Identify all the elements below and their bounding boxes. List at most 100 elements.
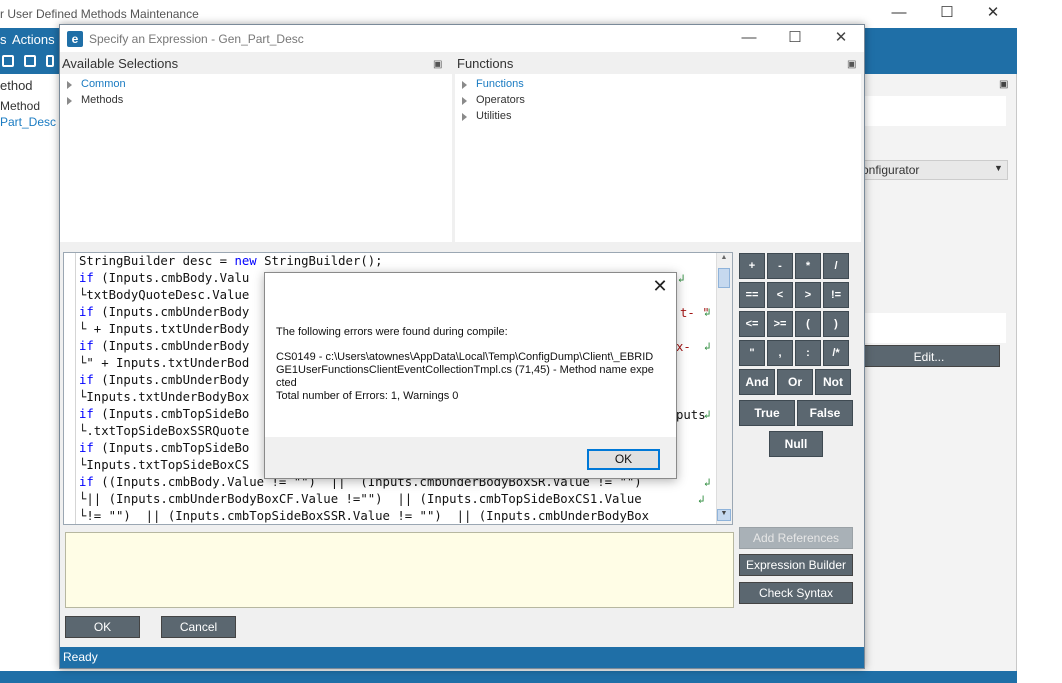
error-detail: CS0149 - c:\Users\atownes\AppData\Local\… [276, 351, 656, 403]
expand-icon[interactable] [67, 97, 72, 105]
operator-key[interactable]: False [797, 400, 853, 426]
wrap-icon: ↲ [704, 306, 711, 319]
code-line: if (Inputs.cmbUnderBody [79, 339, 250, 353]
pin-icon[interactable]: ▣ [433, 59, 442, 70]
expression-builder-button[interactable]: Expression Builder [739, 554, 853, 576]
background-tree-panel [0, 74, 60, 674]
book-icon[interactable] [2, 55, 14, 67]
tree-item-operators[interactable]: Operators [476, 94, 525, 106]
ok-button[interactable]: OK [65, 616, 140, 638]
status-bar: Ready [60, 647, 864, 668]
background-bottom-strip [0, 671, 1017, 683]
pin-icon[interactable]: ▣ [999, 79, 1008, 90]
code-line: └ + Inputs.txtUnderBody [79, 322, 250, 336]
configurator-select-value: onfigurator [862, 163, 920, 177]
code-line: if (Inputs.cmbUnderBody [79, 305, 250, 319]
cancel-button[interactable]: Cancel [161, 616, 236, 638]
dialog-close-icon[interactable]: ✕ [826, 29, 856, 49]
maximize-icon[interactable]: ☐ [924, 2, 970, 26]
operator-key[interactable]: True [739, 400, 795, 426]
attach-icon[interactable] [46, 55, 54, 67]
operator-key[interactable]: - [767, 253, 793, 279]
scrollbar-thumb[interactable] [718, 268, 730, 288]
scroll-up-icon[interactable]: ▲ [717, 254, 731, 266]
wrap-icon: ↲ [678, 272, 685, 285]
operator-key[interactable]: + [739, 253, 765, 279]
operator-key[interactable]: Or [777, 369, 813, 395]
dialog-minimize-icon[interactable]: — [734, 29, 764, 49]
tree-item-methods[interactable]: Methods [81, 94, 123, 106]
wrap-icon: ↲ [704, 476, 711, 489]
code-line: └Inputs.txtUnderBodyBox [79, 390, 250, 404]
tree-item-functions[interactable]: Functions [476, 78, 524, 90]
operator-key[interactable]: , [767, 340, 793, 366]
expand-icon[interactable] [67, 81, 72, 89]
code-line: └" + Inputs.txtUnderBod [79, 356, 250, 370]
pin-icon[interactable]: ▣ [847, 59, 856, 70]
expand-icon[interactable] [462, 113, 467, 121]
code-line: └!= "") || (Inputs.cmbTopSideBoxSSR.Valu… [79, 509, 650, 523]
wrap-icon: ↲ [698, 493, 705, 506]
message-ok-button[interactable]: OK [587, 449, 660, 470]
editor-scrollbar[interactable] [716, 253, 732, 524]
error-summary: Total number of Errors: 1, Warnings 0 [276, 390, 459, 402]
operator-key[interactable]: == [739, 282, 765, 308]
code-fragment: puts [676, 408, 706, 422]
edit-button[interactable]: Edit... [858, 345, 1000, 367]
menu-item-partial[interactable]: s [0, 32, 7, 47]
operator-key[interactable]: ) [823, 311, 849, 337]
operator-key[interactable]: : [795, 340, 821, 366]
code-line: └txtBodyQuoteDesc.Value [79, 288, 250, 302]
check-syntax-button[interactable]: Check Syntax [739, 582, 853, 604]
wrap-icon: ↲ [704, 340, 711, 353]
chevron-down-icon[interactable]: ▼ [994, 163, 1003, 173]
operator-key[interactable]: Not [815, 369, 851, 395]
operator-key[interactable]: " [739, 340, 765, 366]
tree-item-common[interactable]: Common [81, 78, 126, 90]
operator-key[interactable]: != [823, 282, 849, 308]
code-line: └.txtTopSideBoxSSRQuote [79, 424, 250, 438]
available-selections-header: Available Selections [60, 54, 452, 74]
operator-key[interactable]: Null [769, 431, 823, 457]
background-window-title: r User Defined Methods Maintenance [0, 7, 199, 21]
operator-key[interactable]: < [767, 282, 793, 308]
operator-key[interactable]: / [823, 253, 849, 279]
app-logo-icon: e [67, 31, 83, 47]
dialog-maximize-icon[interactable]: ☐ [780, 29, 810, 49]
dialog-title: Specify an Expression - Gen_Part_Desc [89, 32, 304, 46]
tree-item-selected[interactable]: Part_Desc [0, 115, 56, 129]
code-line: if (Inputs.cmbTopSideBo [79, 441, 250, 455]
note-icon[interactable] [24, 55, 36, 67]
code-line: └|| (Inputs.cmbUnderBodyBoxCF.Value !=""… [79, 492, 642, 506]
operator-key[interactable]: ( [795, 311, 821, 337]
wrap-icon: ↲ [704, 408, 711, 421]
code-line: └Inputs.txtTopSideBoxCS [79, 458, 250, 472]
message-close-icon[interactable]: ✕ [648, 275, 672, 297]
editor-gutter [64, 253, 76, 524]
output-area[interactable] [65, 532, 734, 608]
code-fragment: x- [676, 340, 691, 354]
properties-field [864, 96, 1006, 126]
close-icon[interactable]: ✕ [970, 2, 1016, 26]
operator-key[interactable]: > [795, 282, 821, 308]
error-detail-text: CS0149 - c:\Users\atownes\AppData\Local\… [276, 351, 654, 389]
scroll-down-icon[interactable]: ▼ [717, 509, 731, 521]
menu-actions[interactable]: Actions [12, 32, 55, 47]
operator-key[interactable]: <= [739, 311, 765, 337]
functions-header: Functions [455, 54, 861, 74]
tree-item-utilities[interactable]: Utilities [476, 110, 511, 122]
properties-header [864, 76, 1016, 96]
code-line: StringBuilder desc = new StringBuilder()… [79, 254, 383, 268]
add-references-button[interactable]: Add References [739, 527, 853, 549]
expand-icon[interactable] [462, 97, 467, 105]
operator-key[interactable]: >= [767, 311, 793, 337]
error-heading: The following errors were found during c… [276, 326, 508, 338]
operator-key[interactable]: * [795, 253, 821, 279]
expand-icon[interactable] [462, 81, 467, 89]
minimize-icon[interactable]: — [876, 2, 922, 26]
tree-header: ethod [0, 78, 33, 93]
operator-key[interactable]: /* [823, 340, 849, 366]
tree-item-method[interactable]: Method [0, 99, 40, 113]
code-line: if (Inputs.cmbBody.Valu [79, 271, 250, 285]
operator-key[interactable]: And [739, 369, 775, 395]
